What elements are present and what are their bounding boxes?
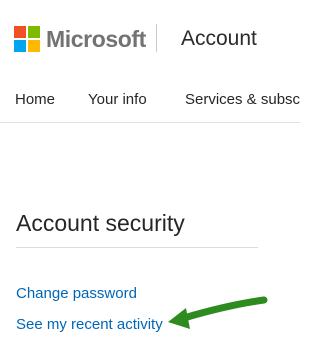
- header-divider: [156, 24, 157, 52]
- logo-square-blue: [14, 40, 26, 52]
- header: Microsoft Account: [0, 0, 300, 78]
- nav-item-services-subscriptions[interactable]: Services & subsc: [185, 90, 300, 110]
- account-page: Microsoft Account Home Your info Service…: [0, 0, 300, 343]
- arrow-head: [168, 308, 190, 329]
- change-password-link[interactable]: Change password: [16, 284, 137, 304]
- logo-square-red: [14, 26, 26, 38]
- microsoft-logo-icon[interactable]: [14, 26, 40, 52]
- account-title[interactable]: Account: [181, 24, 257, 54]
- top-navigation: Home Your info Services & subsc: [0, 78, 300, 123]
- section-divider: [16, 247, 258, 248]
- arrow-shaft: [180, 296, 268, 322]
- nav-item-your-info[interactable]: Your info: [88, 90, 147, 110]
- brand-name[interactable]: Microsoft: [46, 24, 146, 54]
- logo-square-yellow: [28, 40, 40, 52]
- account-security-heading: Account security: [16, 210, 185, 236]
- nav-item-home[interactable]: Home: [15, 90, 55, 110]
- recent-activity-link[interactable]: See my recent activity: [16, 315, 163, 335]
- logo-square-green: [28, 26, 40, 38]
